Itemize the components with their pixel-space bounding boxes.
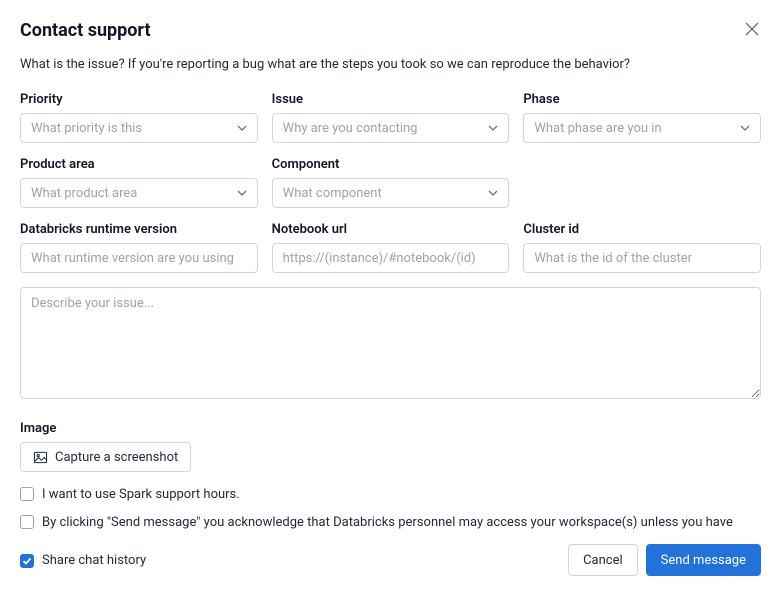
send-message-button[interactable]: Send message [646, 544, 761, 576]
priority-select[interactable]: What priority is this [20, 113, 258, 143]
form-grid-row1: Priority What priority is this Issue Why… [20, 92, 761, 143]
footer-right: Cancel Send message [568, 544, 761, 576]
spark-hours-checkbox[interactable] [20, 487, 34, 501]
modal-header: Contact support [20, 20, 761, 41]
runtime-version-label: Databricks runtime version [20, 222, 258, 237]
phase-placeholder: What phase are you in [534, 121, 661, 136]
priority-label: Priority [20, 92, 258, 107]
notebook-url-input[interactable] [272, 243, 510, 273]
chevron-down-icon [488, 123, 498, 133]
acknowledge-checkbox[interactable] [20, 515, 34, 529]
cluster-id-label: Cluster id [523, 222, 761, 237]
component-select[interactable]: What component [272, 178, 510, 208]
modal-title: Contact support [20, 20, 151, 41]
share-chat-checkbox[interactable] [20, 554, 34, 568]
cluster-id-input[interactable] [523, 243, 761, 273]
spark-hours-label: I want to use Spark support hours. [42, 486, 240, 504]
issue-placeholder: Why are you contacting [283, 121, 418, 136]
chevron-down-icon [237, 188, 247, 198]
component-label: Component [272, 157, 510, 172]
issue-label: Issue [272, 92, 510, 107]
form-grid-row2: Product area What product area Component… [20, 157, 761, 208]
close-icon [745, 22, 759, 36]
description-textarea[interactable] [20, 287, 761, 399]
cancel-button[interactable]: Cancel [568, 544, 638, 576]
image-section: Image Capture a screenshot [20, 421, 761, 472]
chevron-down-icon [237, 123, 247, 133]
component-placeholder: What component [283, 186, 382, 201]
footer-left: Share chat history [20, 553, 146, 568]
product-area-select[interactable]: What product area [20, 178, 258, 208]
contact-support-modal: Contact support What is the issue? If yo… [0, 0, 781, 590]
check-icon [22, 556, 32, 566]
image-icon [33, 450, 48, 465]
phase-select[interactable]: What phase are you in [523, 113, 761, 143]
modal-footer: Share chat history Cancel Send message [20, 538, 761, 576]
capture-screenshot-label: Capture a screenshot [55, 450, 178, 465]
notebook-url-label: Notebook url [272, 222, 510, 237]
image-label: Image [20, 421, 761, 436]
chevron-down-icon [740, 123, 750, 133]
runtime-version-input[interactable] [20, 243, 258, 273]
product-area-label: Product area [20, 157, 258, 172]
chevron-down-icon [488, 188, 498, 198]
acknowledge-label: By clicking "Send message" you acknowled… [42, 514, 761, 534]
acknowledge-row: By clicking "Send message" you acknowled… [20, 514, 761, 534]
phase-label: Phase [523, 92, 761, 107]
spark-hours-row: I want to use Spark support hours. [20, 486, 761, 504]
issue-select[interactable]: Why are you contacting [272, 113, 510, 143]
modal-subtitle: What is the issue? If you're reporting a… [20, 57, 761, 72]
capture-screenshot-button[interactable]: Capture a screenshot [20, 442, 191, 472]
share-chat-label: Share chat history [42, 553, 146, 568]
form-grid-row3: Databricks runtime version Notebook url … [20, 222, 761, 273]
close-button[interactable] [743, 20, 761, 38]
priority-placeholder: What priority is this [31, 121, 142, 136]
product-area-placeholder: What product area [31, 186, 137, 201]
